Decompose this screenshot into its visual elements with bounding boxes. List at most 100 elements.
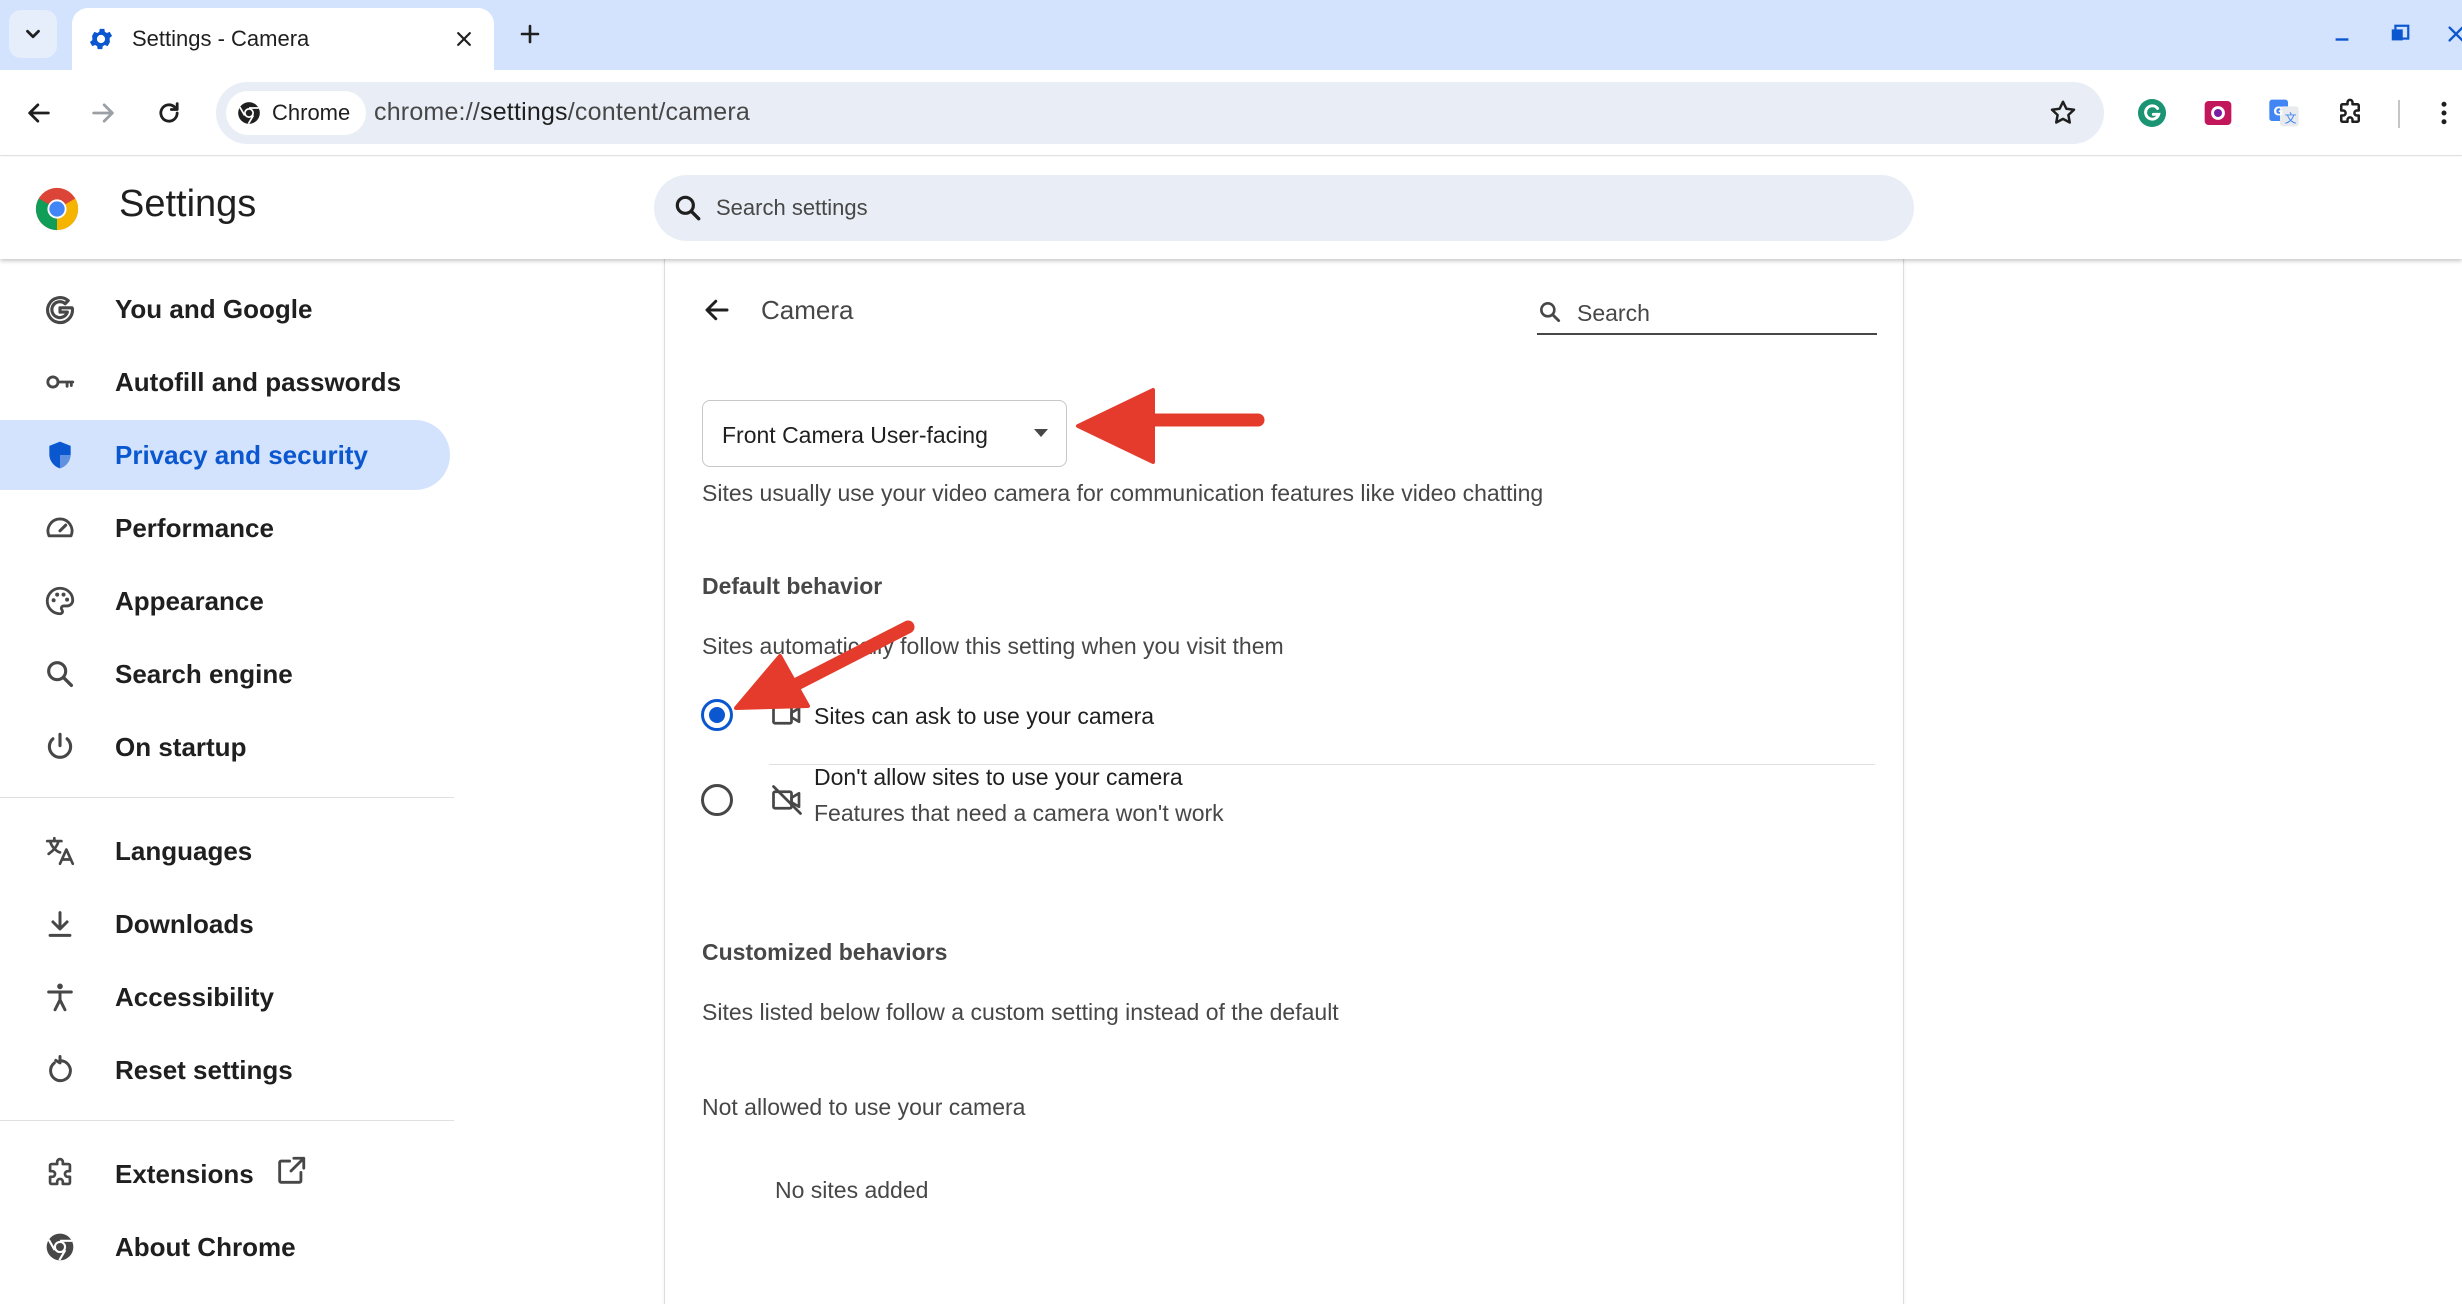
grammarly-icon [2136, 97, 2168, 129]
dropdown-caret-icon [1034, 429, 1048, 437]
chrome-logo-icon [34, 186, 80, 232]
forward-button[interactable] [80, 90, 126, 136]
sidebar: You and Google Autofill and passwords Pr… [0, 259, 460, 1304]
reload-button[interactable] [146, 90, 192, 136]
radio-dont-allow[interactable] [701, 784, 733, 816]
bookmark-button[interactable] [2044, 94, 2082, 132]
address-bar[interactable]: Chrome chrome://settings/content/camera [216, 82, 2104, 144]
toolbar-divider [2398, 100, 2400, 128]
search-placeholder: Search settings [716, 195, 868, 220]
sidebar-item-downloads[interactable]: Downloads [0, 889, 450, 959]
sidebar-item-languages[interactable]: Languages [0, 816, 450, 886]
arrow-right-icon [89, 99, 117, 127]
site-info-chip[interactable]: Chrome [226, 91, 367, 135]
translate-extension-button[interactable]: G文 [2260, 89, 2308, 137]
minimize-icon [2331, 23, 2353, 45]
grammarly-extension-button[interactable] [2128, 89, 2176, 137]
search-icon [672, 192, 704, 224]
speedometer-icon [40, 508, 80, 548]
tab-search-button[interactable] [9, 10, 57, 58]
sidebar-item-reset-settings[interactable]: Reset settings [0, 1035, 450, 1105]
active-tab[interactable]: Settings - Camera [72, 8, 494, 70]
back-button[interactable] [695, 288, 739, 332]
settings-search-input[interactable]: Search settings [654, 175, 1914, 241]
gear-icon [86, 24, 116, 54]
sidebar-item-performance[interactable]: Performance [0, 493, 450, 563]
tab-title: Settings - Camera [132, 26, 310, 51]
sidebar-item-about-chrome[interactable]: About Chrome [0, 1212, 450, 1282]
puzzle-icon [2335, 98, 2365, 128]
sidebar-item-label: About Chrome [115, 1231, 296, 1262]
plus-icon [518, 22, 542, 46]
browser-toolbar: Chrome chrome://settings/content/camera … [0, 70, 2462, 156]
camera-icon [769, 697, 805, 733]
sidebar-item-label: Appearance [115, 585, 264, 616]
option-label[interactable]: Don't allow sites to use your camera [814, 764, 1183, 791]
chevron-down-icon [22, 23, 44, 45]
chip-label: Chrome [272, 100, 351, 125]
sidebar-divider [0, 797, 454, 798]
sidebar-item-autofill[interactable]: Autofill and passwords [0, 347, 450, 417]
browser-menu-button[interactable] [2420, 89, 2462, 137]
search-placeholder: Search [1577, 300, 1650, 326]
close-icon [2445, 23, 2462, 45]
sidebar-item-you-and-google[interactable]: You and Google [0, 274, 450, 344]
recorder-icon [2202, 97, 2234, 129]
restore-button[interactable] [2380, 14, 2420, 54]
sidebar-item-label: You and Google [115, 293, 313, 324]
option-sublabel: Features that need a camera won't work [814, 800, 1224, 826]
reload-icon [155, 99, 183, 127]
sidebar-item-label: Languages [115, 835, 253, 866]
open-in-new-icon [274, 1154, 310, 1190]
sidebar-item-search-engine[interactable]: Search engine [0, 639, 450, 709]
page-title: Settings [119, 183, 257, 225]
sidebar-item-label: Downloads [115, 908, 254, 939]
key-icon [40, 362, 80, 402]
sidebar-item-label: Privacy and security [115, 439, 368, 470]
google-translate-icon: G文 [2268, 97, 2300, 129]
subpage-search-input[interactable]: Search [1537, 285, 1877, 335]
sidebar-item-appearance[interactable]: Appearance [0, 566, 450, 636]
minimize-button[interactable] [2322, 14, 2362, 54]
option-label[interactable]: Sites can ask to use your camera [814, 703, 1154, 730]
sidebar-item-on-startup[interactable]: On startup [0, 712, 450, 782]
sidebar-item-label: Reset settings [115, 1054, 293, 1085]
search-icon [1537, 299, 1565, 327]
screen-recorder-extension-button[interactable] [2194, 89, 2242, 137]
sidebar-item-privacy-and-security[interactable]: Privacy and security [0, 420, 450, 490]
default-behavior-heading: Default behavior [702, 573, 883, 599]
more-vert-icon [2429, 98, 2459, 128]
url-text[interactable]: chrome://settings/content/camera [374, 98, 750, 127]
sidebar-item-label: Extensions [115, 1158, 254, 1189]
settings-header: Settings Search settings [0, 157, 2462, 259]
search-icon [40, 654, 80, 694]
arrow-left-icon [25, 99, 53, 127]
tab-strip: Settings - Camera [0, 0, 2462, 70]
new-tab-button[interactable] [510, 14, 550, 54]
extensions-menu-button[interactable] [2326, 89, 2374, 137]
customized-behaviors-heading: Customized behaviors [702, 939, 948, 965]
url-path: /content/camera [567, 98, 751, 126]
sidebar-item-extensions[interactable]: Extensions [0, 1139, 450, 1209]
back-button[interactable] [16, 90, 62, 136]
camera-select-value: Front Camera User-facing [722, 422, 988, 448]
url-host: settings [480, 98, 568, 126]
chrome-icon [236, 100, 262, 126]
url-scheme: chrome:// [374, 98, 480, 126]
accessibility-icon [40, 977, 80, 1017]
translate-icon [40, 831, 80, 871]
chrome-icon [40, 1227, 80, 1267]
sidebar-item-label: Performance [115, 512, 274, 543]
window-close-button[interactable] [2436, 14, 2462, 54]
restore-icon [2389, 23, 2411, 45]
sidebar-item-label: Accessibility [115, 981, 274, 1012]
shield-icon [40, 435, 80, 475]
camera-off-icon [769, 782, 805, 818]
palette-icon [40, 581, 80, 621]
sidebar-item-label: Search engine [115, 658, 293, 689]
sidebar-item-accessibility[interactable]: Accessibility [0, 962, 450, 1032]
radio-sites-can-ask[interactable] [701, 699, 733, 731]
google-g-icon [40, 289, 80, 329]
close-icon[interactable] [448, 23, 480, 55]
camera-device-select[interactable]: Front Camera User-facing [702, 400, 1067, 467]
